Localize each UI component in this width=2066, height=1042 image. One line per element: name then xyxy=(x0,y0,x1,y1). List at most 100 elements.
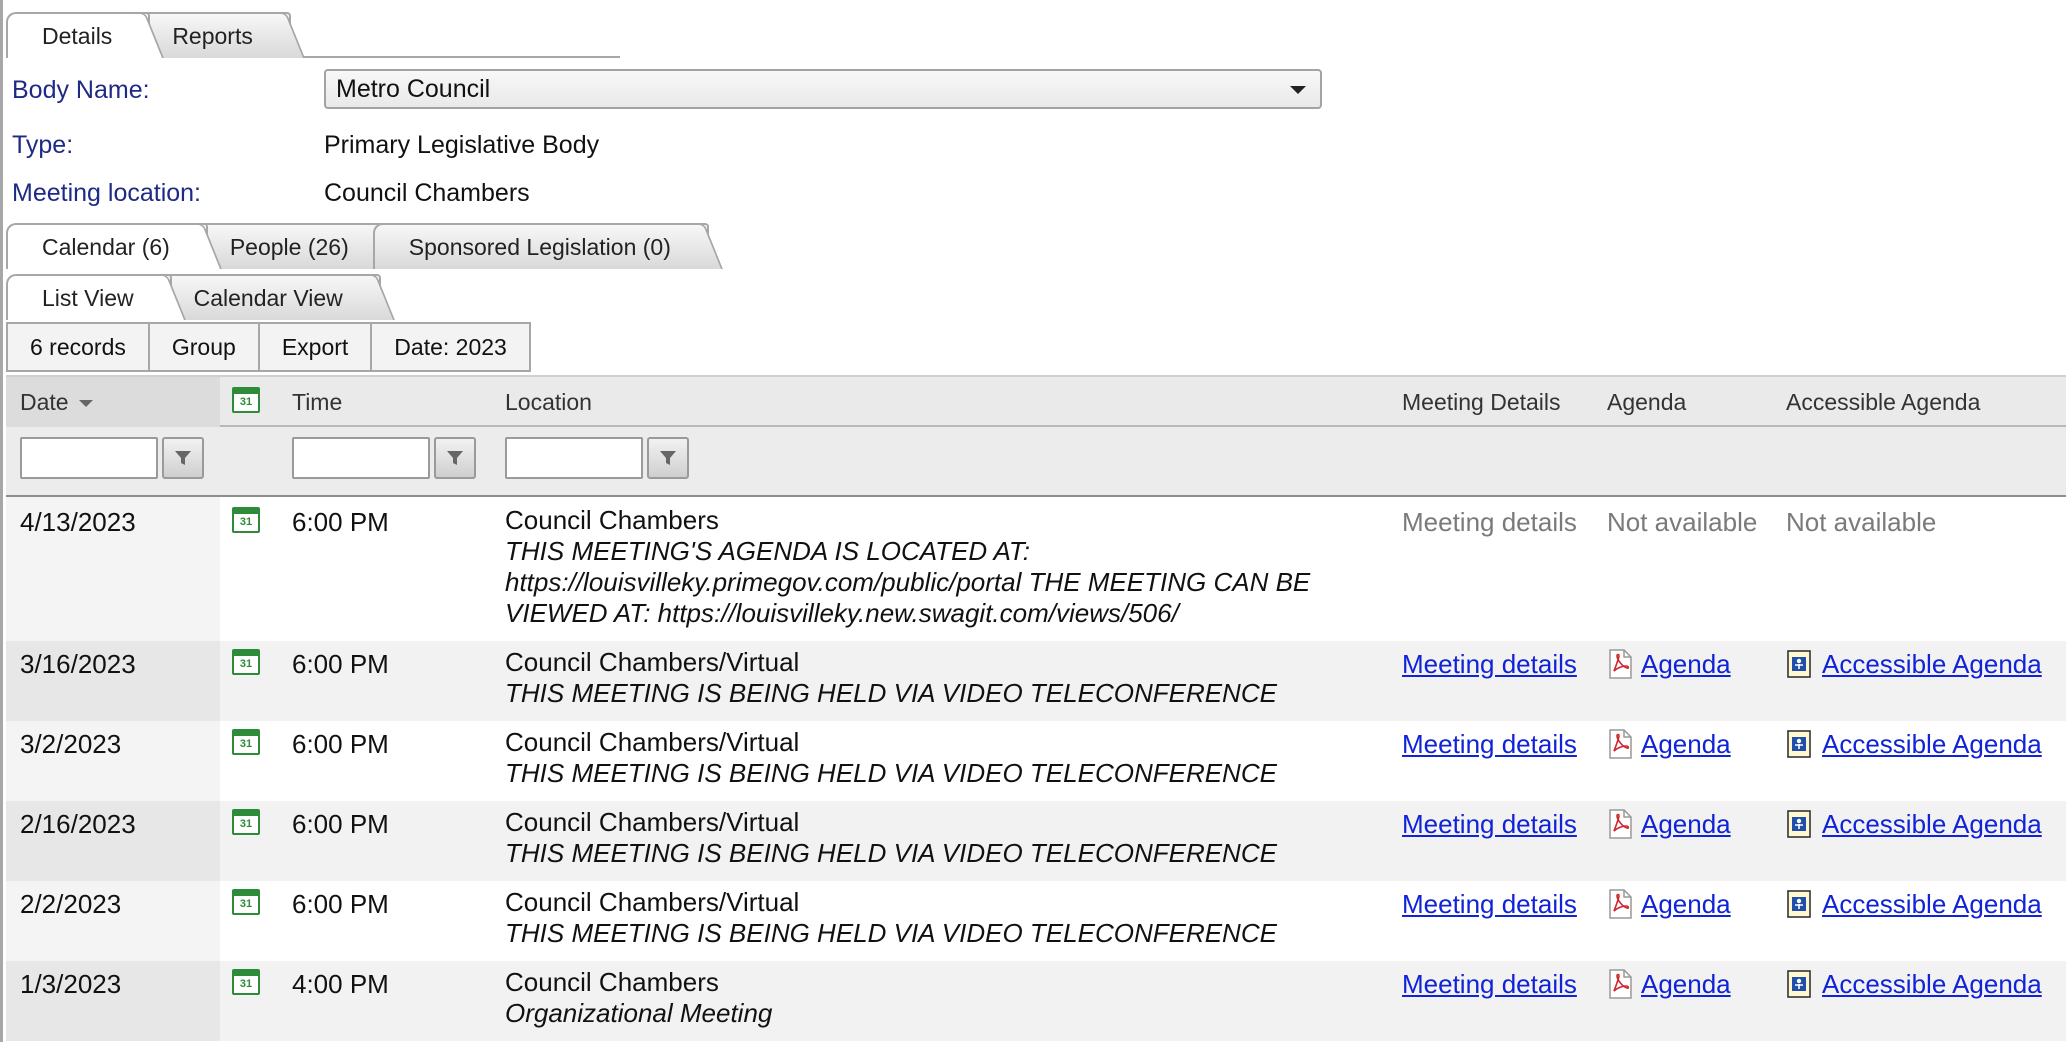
tab-label: Calendar (6) xyxy=(42,233,170,260)
tab-list-view[interactable]: List View xyxy=(6,274,172,320)
date-filter-input[interactable] xyxy=(20,437,158,479)
accessible-agenda-link[interactable]: Accessible Agenda xyxy=(1786,649,2042,680)
agenda-link-text[interactable]: Agenda xyxy=(1641,809,1731,839)
location-note: THIS MEETING IS BEING HELD VIA VIDEO TEL… xyxy=(505,678,1277,708)
time-filter-button[interactable] xyxy=(434,437,476,479)
tab-calendar-view[interactable]: Calendar View xyxy=(157,274,381,320)
accessible-agenda-unavailable: Not available xyxy=(1786,507,1937,537)
calendar-icon-text: 31 xyxy=(239,738,253,750)
agenda-link-text[interactable]: Agenda xyxy=(1641,969,1731,999)
meeting-location: Council Chambers/Virtual THIS MEETING IS… xyxy=(505,887,1277,949)
meeting-date: 4/13/2023 xyxy=(20,507,136,537)
meeting-date: 3/2/2023 xyxy=(20,729,122,759)
location-note: Organizational Meeting xyxy=(505,998,773,1028)
meeting-location: Council Chambers/Virtual THIS MEETING IS… xyxy=(505,727,1277,789)
time-filter-input[interactable] xyxy=(292,437,430,479)
location-filter-button[interactable] xyxy=(647,437,689,479)
accessible-document-icon xyxy=(1787,970,1811,998)
tab-label: People (26) xyxy=(229,233,349,260)
export-button[interactable]: Export xyxy=(260,324,373,370)
location-note: https://louisvilleky.primegov.com/public… xyxy=(505,567,1311,597)
agenda-link-text[interactable]: Agenda xyxy=(1641,649,1731,679)
meeting-details-link[interactable]: Meeting details xyxy=(1402,729,1577,760)
location-name: Council Chambers/Virtual xyxy=(505,647,800,677)
tab-sponsored-legislation[interactable]: Sponsored Legislation (0) xyxy=(372,223,709,269)
meeting-time: 4:00 PM xyxy=(292,969,389,999)
calendar-icon: 31 xyxy=(232,507,260,533)
location-name: Council Chambers/Virtual xyxy=(505,807,800,837)
column-header-agenda: Agenda xyxy=(1607,389,1687,415)
location-note: THIS MEETING IS BEING HELD VIA VIDEO TEL… xyxy=(505,838,1277,868)
add-to-calendar-button[interactable]: 31 xyxy=(232,889,260,915)
accessible-agenda-link-text[interactable]: Accessible Agenda xyxy=(1822,889,2042,919)
meeting-date: 1/3/2023 xyxy=(20,969,122,999)
location-filter-input[interactable] xyxy=(505,437,643,479)
meeting-details-link[interactable]: Meeting details xyxy=(1402,969,1577,1000)
accessible-agenda-link[interactable]: Accessible Agenda xyxy=(1786,969,2042,1000)
accessible-agenda-link[interactable]: Accessible Agenda xyxy=(1786,729,2042,760)
meeting-details-link-text[interactable]: Meeting details xyxy=(1402,809,1577,839)
agenda-link-text[interactable]: Agenda xyxy=(1641,729,1731,759)
agenda-link[interactable]: Agenda xyxy=(1607,809,1731,840)
meeting-details-link-text[interactable]: Meeting details xyxy=(1402,889,1577,919)
meeting-date: 2/2/2023 xyxy=(20,889,122,919)
meeting-details-link-text[interactable]: Meeting details xyxy=(1402,729,1577,759)
meeting-date: 3/16/2023 xyxy=(20,649,136,679)
accessible-agenda-link[interactable]: Accessible Agenda xyxy=(1786,809,2042,840)
group-button[interactable]: Group xyxy=(150,324,260,370)
agenda-link[interactable]: Agenda xyxy=(1607,729,1731,760)
calendar-icon: 31 xyxy=(232,889,260,915)
calendar-icon-text: 31 xyxy=(239,658,253,670)
accessible-document-icon xyxy=(1787,890,1811,918)
accessible-agenda-link[interactable]: Accessible Agenda xyxy=(1786,889,2042,920)
meeting-date: 2/16/2023 xyxy=(20,809,136,839)
meetings-grid: Date 31 Time Location Meeting Details Ag… xyxy=(6,375,2066,1041)
meeting-location-value: Council Chambers xyxy=(324,179,530,207)
accessible-agenda-link-text[interactable]: Accessible Agenda xyxy=(1822,969,2042,999)
meeting-details-link-text[interactable]: Meeting details xyxy=(1402,969,1577,999)
meeting-details-link-text[interactable]: Meeting details xyxy=(1402,649,1577,679)
tab-calendar[interactable]: Calendar (6) xyxy=(6,223,208,269)
meeting-details-link[interactable]: Meeting details xyxy=(1402,649,1577,680)
date-filter-button[interactable] xyxy=(162,437,204,479)
records-count: 6 records xyxy=(8,324,150,370)
meeting-details-link[interactable]: Meeting details xyxy=(1402,809,1577,840)
grid-header: Date 31 Time Location Meeting Details Ag… xyxy=(6,375,2066,427)
body-name-select[interactable]: Metro Council xyxy=(324,69,1322,109)
column-header-meeting-details: Meeting Details xyxy=(1402,389,1561,415)
meeting-location: Council Chambers THIS MEETING'S AGENDA I… xyxy=(505,505,1310,629)
date-filter-button[interactable]: Date: 2023 xyxy=(372,324,529,370)
meeting-location: Council Chambers/Virtual THIS MEETING IS… xyxy=(505,647,1277,709)
column-header-location[interactable]: Location xyxy=(505,389,592,416)
accessible-agenda-link-text[interactable]: Accessible Agenda xyxy=(1822,809,2042,839)
calendar-icon: 31 xyxy=(232,387,260,413)
calendar-icon: 31 xyxy=(232,649,260,675)
accessible-agenda-link-text[interactable]: Accessible Agenda xyxy=(1822,649,2042,679)
tab-details[interactable]: Details xyxy=(6,12,151,58)
tab-people[interactable]: People (26) xyxy=(193,223,387,269)
filter-icon xyxy=(175,451,191,465)
agenda-link[interactable]: Agenda xyxy=(1607,889,1731,920)
filter-icon xyxy=(660,451,676,465)
agenda-link[interactable]: Agenda xyxy=(1607,649,1731,680)
add-to-calendar-button[interactable]: 31 xyxy=(232,507,260,533)
column-header-date[interactable]: Date xyxy=(20,389,93,416)
table-row: 2/16/2023 31 6:00 PM Council Chambers/Vi… xyxy=(6,801,2066,881)
meeting-details-link[interactable]: Meeting details xyxy=(1402,889,1577,920)
accessible-agenda-link-text[interactable]: Accessible Agenda xyxy=(1822,729,2042,759)
calendar-icon: 31 xyxy=(232,729,260,755)
tab-label: Sponsored Legislation (0) xyxy=(408,233,671,260)
agenda-link[interactable]: Agenda xyxy=(1607,969,1731,1000)
calendar-icon: 31 xyxy=(232,809,260,835)
location-note: THIS MEETING'S AGENDA IS LOCATED AT: xyxy=(505,536,1031,566)
calendar-icon-text: 31 xyxy=(239,898,253,910)
meeting-time: 6:00 PM xyxy=(292,507,389,537)
add-to-calendar-button[interactable]: 31 xyxy=(232,729,260,755)
add-to-calendar-button[interactable]: 31 xyxy=(232,649,260,675)
add-to-calendar-button[interactable]: 31 xyxy=(232,969,260,995)
accessible-document-icon xyxy=(1787,650,1811,678)
add-to-calendar-button[interactable]: 31 xyxy=(232,809,260,835)
tab-label: Reports xyxy=(172,22,253,49)
agenda-link-text[interactable]: Agenda xyxy=(1641,889,1731,919)
column-header-time[interactable]: Time xyxy=(292,389,342,416)
